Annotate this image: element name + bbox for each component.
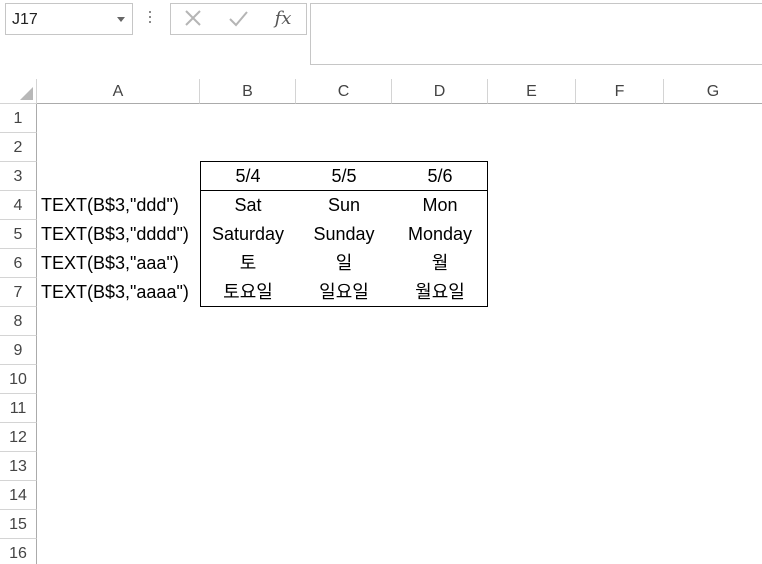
column-header-e[interactable]: E xyxy=(488,79,576,104)
column-header-f[interactable]: F xyxy=(576,79,664,104)
formula-buttons: fx xyxy=(170,3,307,35)
column-header-d[interactable]: D xyxy=(392,79,488,104)
formula-input[interactable] xyxy=(310,3,762,65)
chevron-down-icon[interactable] xyxy=(117,17,125,22)
cell-d7[interactable]: 월요일 xyxy=(392,278,488,307)
row-header-3[interactable]: 3 xyxy=(0,162,37,191)
cell-c3[interactable]: 5/5 xyxy=(296,162,392,191)
cell-b6[interactable]: 토 xyxy=(200,249,296,278)
name-box-value: J17 xyxy=(12,11,38,28)
cell-d4[interactable]: Mon xyxy=(392,191,488,220)
spreadsheet-grid: A B C D E F G 1 2 3 4 5 6 7 8 9 10 11 12… xyxy=(0,79,762,564)
column-header-g[interactable]: G xyxy=(664,79,762,104)
row-header-9[interactable]: 9 xyxy=(0,336,37,365)
cell-a7[interactable]: TEXT(B$3,"aaaa") xyxy=(37,278,200,307)
row-header-15[interactable]: 15 xyxy=(0,510,37,539)
cell-a5[interactable]: TEXT(B$3,"dddd") xyxy=(37,220,200,249)
select-all-corner[interactable] xyxy=(0,79,37,104)
cancel-icon[interactable] xyxy=(181,8,205,30)
cell-b7[interactable]: 토요일 xyxy=(200,278,296,307)
cell-b5[interactable]: Saturday xyxy=(200,220,296,249)
row-header-10[interactable]: 10 xyxy=(0,365,37,394)
row-header-4[interactable]: 4 xyxy=(0,191,37,220)
row-header-6[interactable]: 6 xyxy=(0,249,37,278)
column-header-a[interactable]: A xyxy=(37,79,200,104)
cell-b4[interactable]: Sat xyxy=(200,191,296,220)
cell-c7[interactable]: 일요일 xyxy=(296,278,392,307)
row-header-5[interactable]: 5 xyxy=(0,220,37,249)
cell-c4[interactable]: Sun xyxy=(296,191,392,220)
row-header-13[interactable]: 13 xyxy=(0,452,37,481)
row-header-11[interactable]: 11 xyxy=(0,394,37,423)
cell-c5[interactable]: Sunday xyxy=(296,220,392,249)
row-header-14[interactable]: 14 xyxy=(0,481,37,510)
cell-d5[interactable]: Monday xyxy=(392,220,488,249)
column-header-b[interactable]: B xyxy=(200,79,296,104)
row-header-16[interactable]: 16 xyxy=(0,539,37,564)
cell-d6[interactable]: 월 xyxy=(392,249,488,278)
row-header-1[interactable]: 1 xyxy=(0,104,37,133)
insert-function-icon[interactable]: fx xyxy=(271,8,295,30)
cell-a6[interactable]: TEXT(B$3,"aaa") xyxy=(37,249,200,278)
grip-handle-icon[interactable] xyxy=(148,11,152,25)
formula-toolbar: J17 fx xyxy=(0,0,762,79)
row-header-7[interactable]: 7 xyxy=(0,278,37,307)
check-icon[interactable] xyxy=(226,8,250,30)
name-box[interactable]: J17 xyxy=(5,3,133,35)
cell-b3[interactable]: 5/4 xyxy=(200,162,296,191)
row-header-8[interactable]: 8 xyxy=(0,307,37,336)
cell-a4[interactable]: TEXT(B$3,"ddd") xyxy=(37,191,200,220)
cell-d3[interactable]: 5/6 xyxy=(392,162,488,191)
row-header-2[interactable]: 2 xyxy=(0,133,37,162)
column-header-c[interactable]: C xyxy=(296,79,392,104)
row-header-12[interactable]: 12 xyxy=(0,423,37,452)
cell-c6[interactable]: 일 xyxy=(296,249,392,278)
